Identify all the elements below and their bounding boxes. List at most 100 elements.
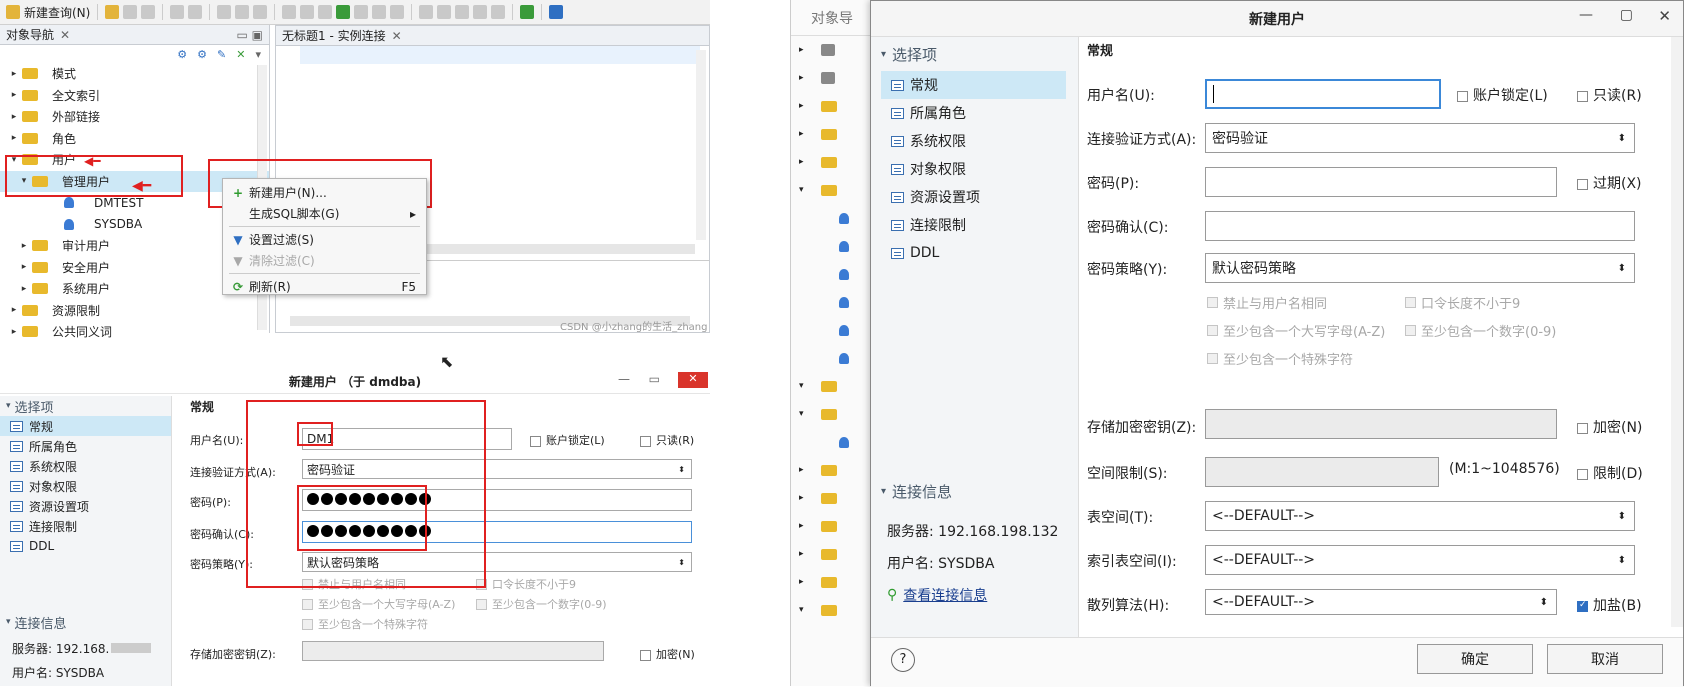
nav-item[interactable]: DDL [881,239,1066,267]
close-icon[interactable]: ✕ [392,29,402,43]
nav-item[interactable]: 系统权限 [881,127,1066,155]
bg-tree-node[interactable]: ▸ [791,568,870,596]
conn-section-header[interactable]: ▾ 连接信息 [871,477,952,505]
run-step-icon[interactable] [300,5,315,19]
menu-icon[interactable]: ▾ [255,48,261,61]
policy-opt-special[interactable]: 至少包含一个特殊字符 [1207,349,1353,368]
expander-icon[interactable]: ▾ [799,381,815,391]
bg-tree-node[interactable]: ▾ [791,400,870,428]
edit-icon[interactable]: ✎ [217,48,226,61]
nav-item[interactable]: 所属角色 [881,99,1066,127]
expander-icon[interactable]: ▸ [6,90,22,100]
nav-item[interactable]: 对象权限 [0,476,171,496]
expander-icon[interactable]: ▸ [16,284,32,294]
open-icon[interactable] [105,5,120,19]
nav-item[interactable]: 连接限制 [881,211,1066,239]
store-key-input[interactable] [302,641,604,661]
readonly-checkbox[interactable]: 只读(R) [1577,85,1642,105]
minimize-icon[interactable]: — [618,372,630,386]
store-key-input[interactable] [1205,409,1557,439]
expander-icon[interactable]: ▸ [16,241,32,251]
tree-node[interactable]: ▸ 角色 [0,128,269,150]
conn-section-header[interactable]: ▾ 连接信息 [0,612,67,632]
tree-node[interactable]: ▸ 资源限制 [0,300,269,322]
bg-tree-node[interactable]: ▸ [791,540,870,568]
expire-checkbox[interactable]: 过期(X) [1577,173,1642,193]
expander-icon[interactable]: ▸ [799,129,815,139]
commit-icon[interactable] [372,5,387,19]
cancel-button[interactable]: 取消 [1547,644,1663,674]
lock-checkbox[interactable]: 账户锁定(L) [530,432,605,448]
bg-tree-node[interactable]: ▸ [791,148,870,176]
bg-tree-node[interactable] [791,204,870,232]
forward-icon[interactable] [491,5,506,19]
copy-icon[interactable] [235,5,250,19]
ok-button[interactable]: 确定 [1417,644,1533,674]
close-icon[interactable]: ✕ [1658,7,1671,25]
export-icon[interactable] [336,5,351,19]
expander-icon[interactable]: ▸ [6,133,22,143]
expander-icon[interactable]: ▸ [6,327,22,337]
encrypt-checkbox[interactable]: 加密(N) [640,646,695,662]
policy-opt-upper[interactable]: 至少包含一个大写字母(A-Z) [302,596,455,612]
home-icon[interactable] [549,5,564,19]
idx-tablespace-select[interactable]: <--DEFAULT--> ⬍ [1205,545,1635,575]
stop-icon[interactable] [354,5,369,19]
expander-icon[interactable]: ▸ [6,305,22,315]
connect-icon[interactable]: ⚙ [177,48,187,61]
nav-item[interactable]: DDL [0,536,171,556]
policy-opt-digit[interactable]: 至少包含一个数字(0-9) [1405,321,1556,340]
menu-item-generate-sql[interactable]: 生成SQL脚本(G) ▸ [223,203,426,224]
policy-select[interactable]: 默认密码策略 ⬍ [1205,253,1635,283]
expander-icon[interactable]: ▾ [799,605,815,615]
expander-icon[interactable]: ▸ [799,101,815,111]
back-icon[interactable] [473,5,488,19]
minimize-icon[interactable]: ▭ ▣ [237,28,264,42]
policy-opt-upper[interactable]: 至少包含一个大写字母(A-Z) [1207,321,1385,340]
expander-icon[interactable]: ▸ [799,521,815,531]
expander-icon[interactable]: ▸ [6,69,22,79]
minimize-icon[interactable]: — [1579,7,1593,23]
bg-tree-node[interactable] [791,288,870,316]
debug-icon[interactable] [520,5,535,19]
expander-icon[interactable]: ▸ [799,73,815,83]
tree-node[interactable]: ▸ 模式 [0,63,269,85]
bg-navigator-tab[interactable]: 对象导 [791,0,870,36]
help-icon[interactable]: ? [891,648,915,672]
lock-checkbox[interactable]: 账户锁定(L) [1457,85,1548,105]
comment-icon[interactable] [437,5,452,19]
new-query-icon[interactable] [6,5,20,19]
space-input[interactable] [1205,457,1439,487]
tree-node[interactable]: ▸ 外部链接 [0,106,269,128]
close-icon[interactable]: ✕ [678,372,708,388]
expander-icon[interactable]: ▸ [16,262,32,272]
bg-tree-node[interactable]: ▸ [791,92,870,120]
cut-icon[interactable] [217,5,232,19]
menu-item-new-user[interactable]: + 新建用户(N)... [223,182,426,203]
filter-tree-icon[interactable]: ✕ [236,48,245,61]
policy-opt-no-username[interactable]: 禁止与用户名相同 [1207,293,1327,312]
tree-node[interactable]: ▸ 全文索引 [0,85,269,107]
view-conn-link[interactable]: ⚲ 查看连接信息 [887,585,987,605]
vscroll[interactable] [1671,37,1683,627]
nav-item[interactable]: 资源设置项 [881,183,1066,211]
expander-icon[interactable]: ▸ [6,112,22,122]
bg-tree-node[interactable]: ▾ [791,596,870,624]
encrypt-checkbox[interactable]: 加密(N) [1577,417,1642,437]
maximize-icon[interactable]: ▢ [1620,7,1633,23]
tablespace-select[interactable]: <--DEFAULT--> ⬍ [1205,501,1635,531]
undo-icon[interactable] [170,5,185,19]
bg-tree-node[interactable]: ▸ [791,64,870,92]
expander-icon[interactable]: ▸ [799,549,815,559]
bg-tree-node[interactable] [791,316,870,344]
expander-icon[interactable]: ▸ [799,157,815,167]
expander-icon[interactable]: ▸ [799,465,815,475]
limit-checkbox[interactable]: 限制(D) [1577,463,1643,483]
bg-tree-node[interactable]: ▸ [791,512,870,540]
nav-item[interactable]: 对象权限 [881,155,1066,183]
policy-opt-len9[interactable]: 口令长度不小于9 [1405,293,1520,312]
bg-tree-node[interactable]: ▸ [791,36,870,64]
save-icon[interactable] [123,5,138,19]
nav-item[interactable]: 常规 [0,416,171,436]
menu-item-set-filter[interactable]: ▼ 设置过滤(S) [223,229,426,250]
